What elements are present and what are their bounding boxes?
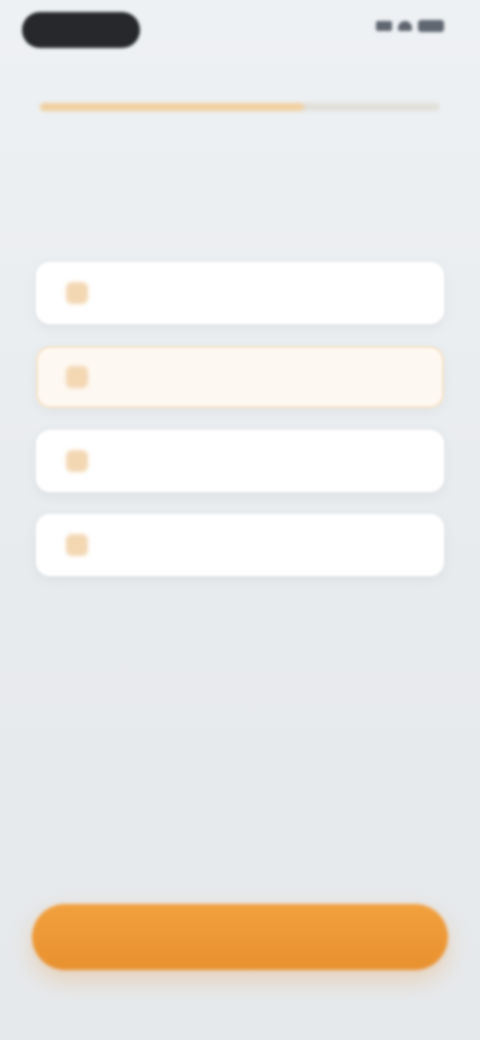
battery-icon	[418, 20, 444, 32]
option-icon	[66, 450, 88, 472]
signal-icon	[376, 21, 392, 31]
option-icon	[66, 534, 88, 556]
progress-fill	[40, 103, 304, 111]
continue-button[interactable]	[32, 904, 448, 970]
status-bar	[0, 0, 480, 64]
option-item-4[interactable]	[36, 514, 444, 576]
wifi-icon	[398, 21, 412, 31]
option-icon	[66, 282, 88, 304]
options-list	[36, 262, 444, 598]
option-item-2[interactable]	[36, 346, 444, 408]
option-item-1[interactable]	[36, 262, 444, 324]
status-time-pill	[22, 12, 140, 48]
option-item-3[interactable]	[36, 430, 444, 492]
option-icon	[66, 366, 88, 388]
progress-bar	[40, 100, 440, 114]
status-icons	[376, 20, 444, 32]
